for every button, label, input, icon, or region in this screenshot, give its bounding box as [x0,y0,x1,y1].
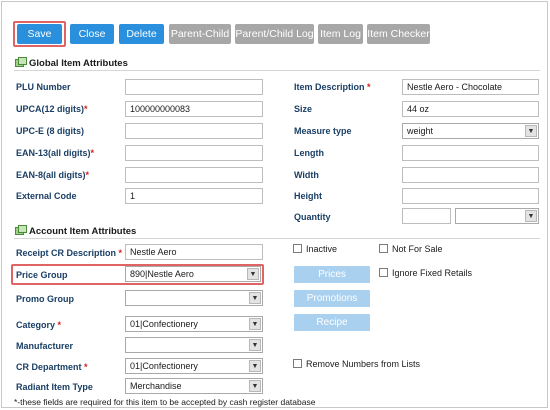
cr-department-value: 01|Confectionery [130,361,198,371]
item-checker-button[interactable]: Item Checker [367,24,430,44]
chevron-down-icon: ▼ [249,360,261,372]
cr-department-label: CR Department * [16,362,88,372]
height-label: Height [294,191,322,201]
not-for-sale-label: Not For Sale [392,244,443,254]
parent-child-button[interactable]: Parent-Child [169,24,231,44]
quantity-unit-select[interactable]: ▼ [455,208,539,224]
prices-button[interactable]: Prices [294,266,370,283]
promo-group-select[interactable]: ▼ [125,290,263,306]
manufacturer-select[interactable]: ▼ [125,337,263,353]
remove-numbers-checkbox[interactable] [293,359,302,368]
upce-label: UPC-E (8 digits) [16,126,85,136]
chevron-down-icon: ▼ [249,292,261,304]
divider [14,238,540,239]
external-code-label: External Code [16,191,77,201]
required-fields-footnote: *-these fields are required for this ite… [14,397,316,407]
radiant-item-type-select[interactable]: Merchandise ▼ [125,378,263,394]
radiant-item-type-label: Radiant Item Type [16,382,93,392]
ignore-fixed-retails-label: Ignore Fixed Retails [392,268,473,278]
ignore-fixed-retails-checkbox[interactable] [379,268,388,277]
length-field[interactable] [402,145,539,161]
ean8-field[interactable] [125,167,263,183]
category-label: Category * [16,320,62,330]
ean8-label: EAN-8(all digits)* [16,170,90,180]
toolbar: Save Close Delete Parent-Child Parent/Ch… [13,21,443,47]
item-description-label: Item Description * [294,82,371,92]
upce-field[interactable] [125,123,263,139]
chevron-down-icon: ▼ [249,380,261,392]
remove-numbers-label: Remove Numbers from Lists [306,359,421,369]
chevron-down-icon: ▼ [249,339,261,351]
quantity-label: Quantity [294,212,331,222]
size-label: Size [294,104,313,114]
item-editor-panel: Save Close Delete Parent-Child Parent/Ch… [1,1,548,408]
chevron-down-icon: ▼ [247,268,259,280]
section-grid-icon [15,57,27,67]
global-item-attributes-heading: Global Item Attributes [15,56,128,70]
item-description-field[interactable]: Nestle Aero - Chocolate [402,79,539,95]
global-heading-text: Global Item Attributes [29,57,128,69]
upca-field[interactable]: 100000000083 [125,101,263,117]
account-item-attributes-heading: Account Item Attributes [15,224,136,238]
section-grid-icon [15,225,27,235]
external-code-field[interactable]: 1 [125,188,263,204]
receipt-cr-description-field[interactable]: Nestle Aero [125,244,263,260]
promotions-button[interactable]: Promotions [294,290,370,307]
plu-number-field[interactable] [125,79,263,95]
width-field[interactable] [402,167,539,183]
price-group-select[interactable]: 890|Nestle Aero ▼ [125,266,261,282]
receipt-cr-description-label: Receipt CR Description * [16,248,123,258]
chevron-down-icon: ▼ [525,125,537,137]
price-group-label: Price Group [16,270,68,280]
ean13-label: EAN-13(all digits)* [16,148,95,158]
height-field[interactable] [402,188,539,204]
manufacturer-label: Manufacturer [16,341,74,351]
parent-child-log-button[interactable]: Parent/Child Log [235,24,314,44]
measure-type-value: weight [407,126,434,136]
close-button[interactable]: Close [70,24,114,44]
inactive-checkbox[interactable] [293,244,302,253]
measure-type-select[interactable]: weight ▼ [402,123,539,139]
plu-number-label: PLU Number [16,82,71,92]
category-select[interactable]: 01|Confectionery ▼ [125,316,263,332]
promo-group-label: Promo Group [16,294,74,304]
length-label: Length [294,148,324,158]
ean13-field[interactable] [125,145,263,161]
cr-department-select[interactable]: 01|Confectionery ▼ [125,358,263,374]
divider [14,70,540,71]
upca-label: UPCA(12 digits)* [16,104,88,114]
not-for-sale-checkbox[interactable] [379,244,388,253]
category-value: 01|Confectionery [130,319,198,329]
chevron-down-icon: ▼ [525,210,537,222]
size-field[interactable]: 44 oz [402,101,539,117]
recipe-button[interactable]: Recipe [294,314,370,331]
quantity-field[interactable] [402,208,451,224]
item-log-button[interactable]: Item Log [318,24,363,44]
price-group-value: 890|Nestle Aero [130,269,194,279]
measure-type-label: Measure type [294,126,352,136]
save-button[interactable]: Save [17,24,62,44]
inactive-label: Inactive [306,244,338,254]
width-label: Width [294,170,319,180]
radiant-item-type-value: Merchandise [130,381,182,391]
delete-button[interactable]: Delete [119,24,164,44]
chevron-down-icon: ▼ [249,318,261,330]
account-heading-text: Account Item Attributes [29,225,137,237]
